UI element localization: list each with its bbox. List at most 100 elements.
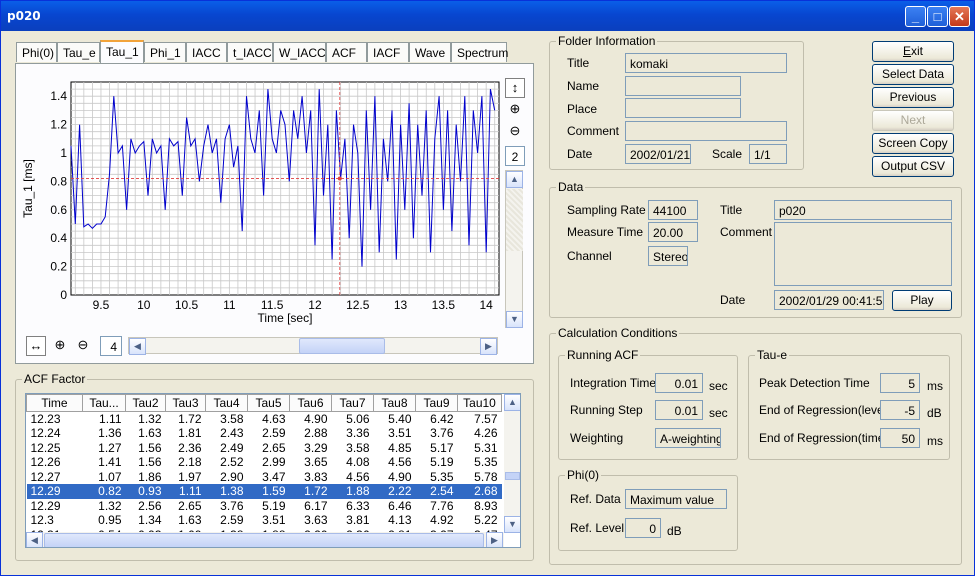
- acf-cell: 1.86: [138, 469, 162, 484]
- acf-cell: 1.32: [98, 498, 122, 513]
- calc-title: Calculation Conditions: [556, 326, 680, 340]
- acf-cell: 5.78: [474, 469, 498, 484]
- acf-cell: 12.25: [30, 440, 61, 455]
- v-page-field[interactable]: 2: [505, 146, 525, 166]
- tab-spectrum[interactable]: Spectrum: [451, 42, 508, 62]
- acf-header-row: Time Tau... Tau2 Tau3 Tau4 Tau5 Tau6 Tau7 Tau8 Ta…: [26, 394, 502, 412]
- acf-column-header[interactable]: Tau2: [125, 394, 166, 412]
- y-axis-label: Tau_1 [ms]: [21, 159, 35, 218]
- acf-h-thumb[interactable]: [44, 533, 484, 547]
- h-scrollbar[interactable]: ◀ ▶: [128, 337, 498, 355]
- minimize-button[interactable]: _: [905, 6, 926, 27]
- screen-copy-button[interactable]: Screen Copy: [872, 133, 954, 154]
- h-scroll-thumb[interactable]: [299, 338, 385, 354]
- acf-row[interactable]: 12.29 0.82 0.93 1.11 1.38 1.59 1.72 1.88 2.22 2.5…: [26, 484, 502, 499]
- acf-row[interactable]: 12.25 1.27 1.56 2.36 2.49 2.65 3.29 3.58 4.85 5.1…: [27, 441, 502, 456]
- folder-scale-field: 1/1: [749, 144, 787, 164]
- acf-column-header[interactable]: Tau6: [289, 394, 332, 412]
- acf-v-thumb[interactable]: [505, 472, 520, 480]
- acf-column-header[interactable]: Tau5: [247, 394, 290, 412]
- scroll-down-icon[interactable]: ▼: [504, 516, 520, 533]
- close-button[interactable]: ✕: [949, 6, 970, 27]
- data-date-label: Date: [720, 293, 746, 307]
- x-tick-label: 11.5: [261, 298, 284, 312]
- h-page-field[interactable]: 4: [100, 336, 122, 356]
- tab-phi-1[interactable]: Phi_1: [144, 42, 186, 62]
- exit-button[interactable]: Exit: [872, 41, 954, 62]
- acf-cell: 12.24: [30, 426, 61, 441]
- v-zoom-out-icon[interactable]: ⊖: [505, 122, 525, 142]
- acf-cell: 4.13: [388, 513, 412, 528]
- acf-cell: 3.58: [220, 412, 244, 426]
- v-zoom-in-icon[interactable]: ⊕: [505, 100, 525, 120]
- acf-column-header[interactable]: Tau...: [82, 394, 126, 412]
- acf-cell: 1.56: [138, 440, 162, 455]
- acf-column-header[interactable]: Tau4: [205, 394, 248, 412]
- acf-cell: 1.81: [178, 426, 202, 441]
- scroll-down-icon[interactable]: ▼: [506, 311, 523, 328]
- folder-date-field: 2002/01/21: [625, 144, 691, 164]
- next-button[interactable]: Next: [872, 110, 954, 131]
- x-tick-label: 13.5: [432, 298, 456, 312]
- running-acf-title: Running ACF: [565, 348, 641, 362]
- acf-column-header[interactable]: Tau10: [457, 394, 502, 412]
- tab-wave[interactable]: Wave: [409, 42, 451, 62]
- acf-cell: 12.3: [30, 513, 54, 528]
- x-tick-label: 10.5: [175, 298, 199, 312]
- folder-comment-label: Comment: [567, 124, 620, 138]
- acf-cell: 1.07: [98, 469, 122, 484]
- acf-row[interactable]: 12.29 1.32 2.56 2.65 3.76 5.19 6.17 6.33 6.46 7.7…: [27, 499, 502, 514]
- acf-row[interactable]: 12.26 1.41 1.56 2.18 2.52 2.99 3.65 4.08 4.56 5.1…: [27, 455, 502, 470]
- acf-row[interactable]: 12.24 1.36 1.63 1.81 2.43 2.59 2.88 3.36 3.51 3.7…: [27, 426, 502, 441]
- acf-h-scrollbar[interactable]: ◀ ▶: [26, 532, 504, 547]
- acf-cell: 4.56: [346, 469, 370, 484]
- acf-row[interactable]: 12.23 1.11 1.32 1.72 3.58 4.63 4.90 5.06 5.40 6.4…: [27, 412, 502, 426]
- play-button[interactable]: Play: [892, 290, 952, 311]
- acf-row[interactable]: 12.3 0.95 1.34 1.63 2.59 3.51 3.63 3.81 4.13 4.92…: [27, 513, 502, 528]
- acf-cell: 1.32: [138, 412, 162, 426]
- folder-place-field: [625, 98, 741, 118]
- output-csv-button[interactable]: Output CSV: [872, 156, 954, 177]
- acf-cell: 3.51: [262, 513, 286, 528]
- acf-column-header[interactable]: Time: [26, 394, 83, 412]
- scroll-up-icon[interactable]: ▲: [506, 171, 523, 188]
- acf-cell: 3.81: [346, 513, 370, 528]
- scroll-left-icon[interactable]: ◀: [26, 532, 43, 547]
- acf-cell: 2.36: [178, 440, 202, 455]
- tab-tau-1[interactable]: Tau_1: [100, 40, 144, 63]
- h-zoom-in-icon[interactable]: ⊕: [50, 336, 70, 356]
- scroll-right-icon[interactable]: ▶: [480, 338, 497, 355]
- acf-v-scrollbar[interactable]: ▲ ▼: [504, 394, 520, 533]
- scroll-left-icon[interactable]: ◀: [129, 338, 146, 355]
- v-fit-icon[interactable]: ↕: [505, 78, 525, 98]
- data-date-field: 2002/01/29 00:41:53: [774, 290, 884, 310]
- running-step-unit: sec: [709, 406, 728, 420]
- tab-t-iacc[interactable]: t_IACC: [227, 42, 273, 62]
- acf-column-header[interactable]: Tau8: [373, 394, 416, 412]
- scroll-up-icon[interactable]: ▲: [504, 394, 520, 411]
- acf-column-header[interactable]: Tau3: [165, 394, 206, 412]
- tab-acf[interactable]: ACF: [326, 42, 367, 62]
- tab-w-iacc[interactable]: W_IACC: [273, 42, 326, 62]
- tab-phi-0[interactable]: Phi(0): [16, 42, 57, 62]
- sampling-rate-label: Sampling Rate: [567, 203, 646, 217]
- acf-cell: 1.63: [178, 513, 202, 528]
- v-scrollbar[interactable]: ▲ ▼: [505, 170, 523, 328]
- acf-cell: 2.65: [262, 440, 286, 455]
- acf-cell: 0.93: [125, 484, 166, 499]
- acf-column-header[interactable]: Tau7: [331, 394, 374, 412]
- h-zoom-out-icon[interactable]: ⊖: [73, 336, 93, 356]
- tab-iacc[interactable]: IACC: [186, 42, 227, 62]
- tab-tau-e[interactable]: Tau_e: [57, 42, 100, 62]
- acf-column-header[interactable]: Tau9: [415, 394, 458, 412]
- tab-iacf[interactable]: IACF: [367, 42, 409, 62]
- acf-row[interactable]: 12.27 1.07 1.86 1.97 2.90 3.47 3.83 4.56 4.90 5.3…: [27, 470, 502, 485]
- end-reg-level-unit: dB: [927, 406, 942, 420]
- acf-cell: 12.29: [26, 484, 83, 499]
- acf-factor-title: ACF Factor: [22, 372, 88, 386]
- scroll-right-icon[interactable]: ▶: [486, 532, 503, 547]
- previous-button[interactable]: Previous: [872, 87, 954, 108]
- h-fit-icon[interactable]: ↔: [26, 336, 46, 356]
- select-data-button[interactable]: Select Data: [872, 64, 954, 85]
- maximize-button[interactable]: □: [927, 6, 948, 27]
